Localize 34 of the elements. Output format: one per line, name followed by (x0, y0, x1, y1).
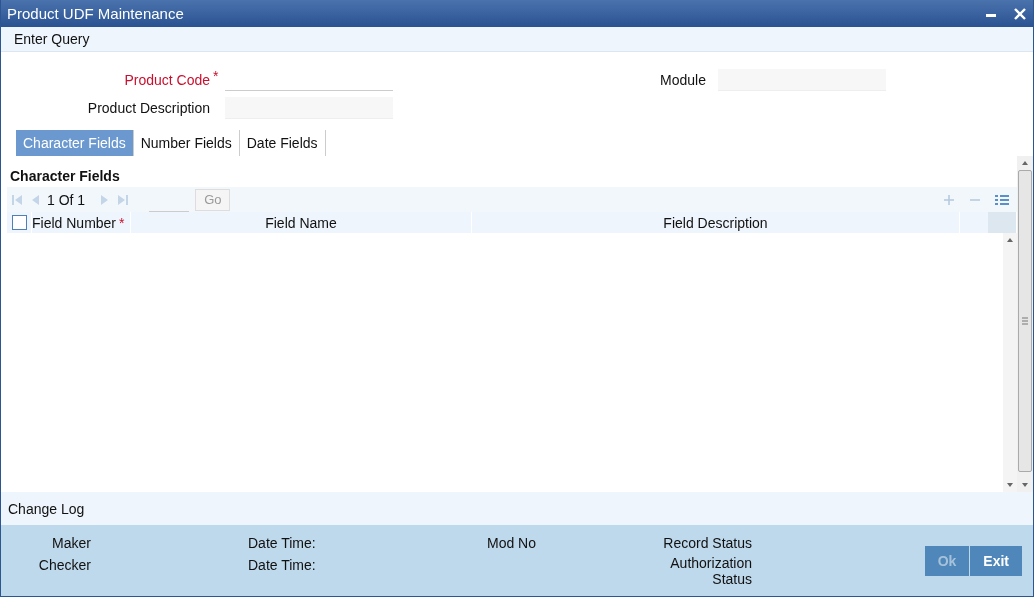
column-label: Field Number (32, 214, 117, 231)
section-title: Character Fields (9, 167, 121, 186)
column-label: Field Description (663, 214, 768, 231)
record-status-label: Record Status (663, 535, 752, 551)
column-label: Field Name (265, 214, 337, 231)
close-icon[interactable] (1013, 6, 1027, 21)
enter-query-button[interactable]: Enter Query (1, 31, 90, 47)
add-icon[interactable] (943, 193, 955, 206)
remove-icon[interactable] (969, 197, 981, 202)
field-label: Module (659, 72, 706, 88)
footer-button[interactable]: Exit (970, 545, 1022, 576)
required-icon: * (116, 214, 125, 231)
scroll-up-icon[interactable] (1021, 160, 1029, 166)
list-icon[interactable] (995, 193, 1009, 206)
scroll-thumb[interactable] (1018, 170, 1032, 472)
column-header[interactable]: Field Description (472, 212, 960, 233)
column-header[interactable]: Field Number * (32, 212, 131, 233)
column-header[interactable]: Field Name (131, 212, 472, 233)
authorization-status-label: Authorization Status (669, 555, 752, 587)
scrollbar[interactable] (1017, 156, 1033, 492)
scrollbar[interactable] (1003, 233, 1017, 492)
section-title: Change Log (8, 500, 85, 517)
grip-icon (1022, 317, 1028, 325)
field-label: Product Description (86, 100, 210, 116)
window-title: Product UDF Maintenance (7, 5, 184, 22)
checkbox[interactable] (11, 215, 27, 230)
last-page-icon[interactable] (117, 193, 130, 206)
table-header (988, 212, 1017, 233)
page-count: 1 Of 1 (47, 191, 87, 208)
field-label: Product Code (123, 72, 210, 88)
required-icon: * (210, 68, 225, 84)
checker-label: Checker (37, 557, 91, 575)
maker-label: Maker (51, 535, 91, 551)
scroll-up-icon[interactable] (1006, 237, 1014, 243)
